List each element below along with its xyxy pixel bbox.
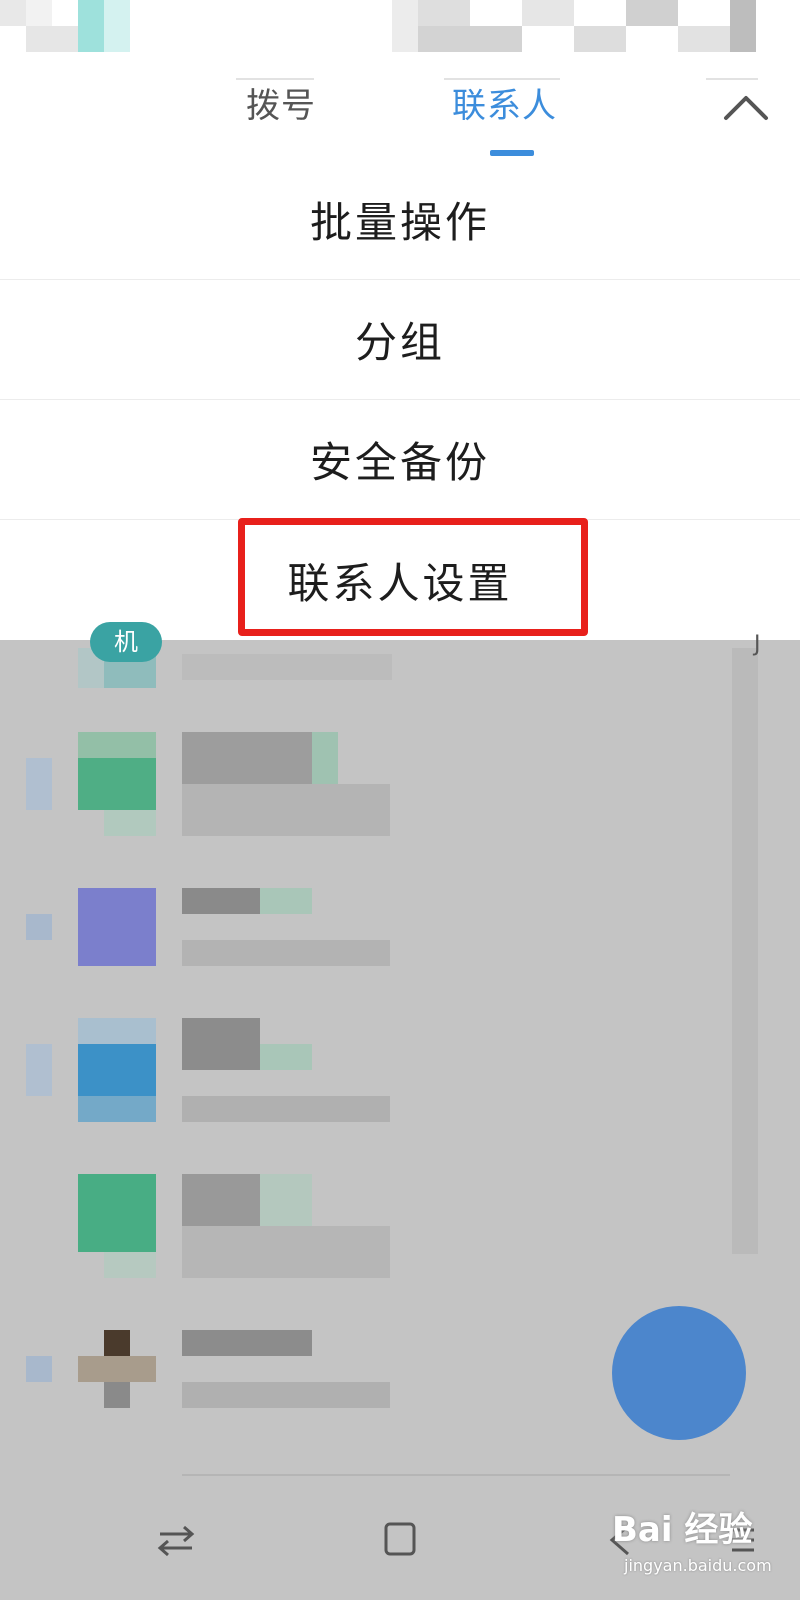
tab-contacts[interactable]: 联系人 bbox=[452, 78, 557, 127]
menu-item-batch-operation[interactable]: 批量操作 bbox=[0, 160, 800, 280]
active-tab-indicator bbox=[490, 150, 534, 156]
tab-dial[interactable]: 拨号 bbox=[246, 78, 316, 127]
tab-divider bbox=[706, 78, 758, 80]
index-letter[interactable]: J bbox=[754, 632, 761, 657]
menu-item-label: 批量操作 bbox=[309, 198, 490, 247]
switch-apps-icon[interactable] bbox=[146, 1510, 206, 1570]
watermark-brand: Bai 经验 bbox=[612, 1510, 753, 1550]
menu-item-label: 分组 bbox=[354, 318, 445, 367]
dialpad-fab-button[interactable] bbox=[612, 1306, 746, 1440]
menu-item-groups[interactable]: 分组 bbox=[0, 280, 800, 400]
menu-item-secure-backup[interactable]: 安全备份 bbox=[0, 400, 800, 520]
chevron-up-icon[interactable] bbox=[718, 82, 774, 138]
list-divider bbox=[182, 1474, 730, 1476]
group-badge: 机 bbox=[90, 622, 162, 662]
home-square-icon[interactable] bbox=[370, 1510, 430, 1570]
watermark-url: jingyan.baidu.com bbox=[624, 1556, 772, 1575]
tab-header: 拨号 联系人 bbox=[0, 56, 800, 160]
status-bar bbox=[0, 0, 800, 56]
menu-item-label: 安全备份 bbox=[309, 438, 490, 487]
highlight-box bbox=[238, 518, 588, 636]
